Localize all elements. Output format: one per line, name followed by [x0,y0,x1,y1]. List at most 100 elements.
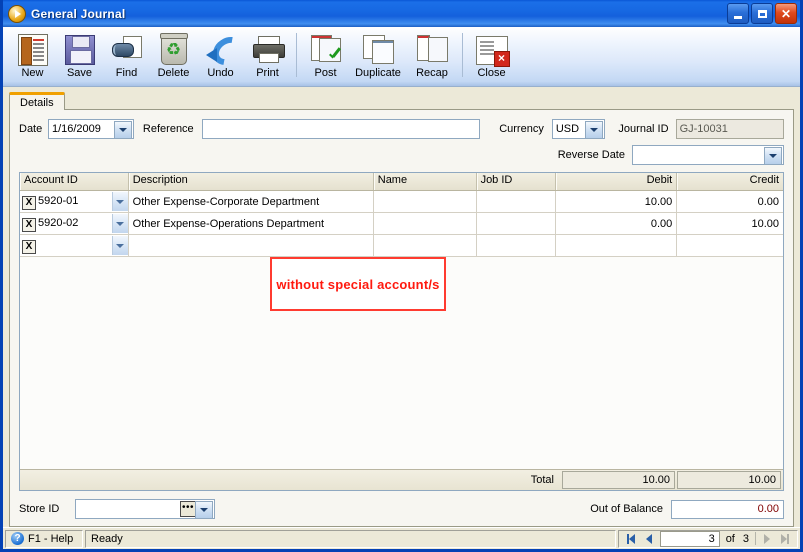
cell-job-id[interactable] [477,191,556,212]
toolbar-close-button[interactable]: Close [468,31,515,85]
status-message: Ready [85,529,616,548]
date-input[interactable]: 1/16/2009 [47,118,134,139]
table-row[interactable]: X [20,235,783,257]
undo-arrow-icon [205,33,237,65]
toolbar-post-button[interactable]: Post [302,31,349,85]
nav-separator [755,532,756,545]
toolbar-duplicate-button[interactable]: Duplicate [349,31,407,85]
cell-account-id[interactable]: X 5920-01 [20,191,129,212]
column-header-credit[interactable]: Credit [677,173,783,190]
reverse-date-label: Reverse Date [557,148,625,161]
form-row-bottom: Store ID ••• Out of Balance 0.00 [19,498,784,520]
toolbar-separator-2 [462,33,463,77]
toolbar-undo-button[interactable]: Undo [197,31,244,85]
chevron-down-icon[interactable] [111,236,128,255]
cell-job-id[interactable] [477,235,556,256]
cell-account-id[interactable]: X 5920-02 [20,213,129,234]
cell-credit[interactable]: 10.00 [677,213,783,234]
cell-debit[interactable] [556,235,678,256]
store-id-label: Store ID [19,503,60,515]
currency-select[interactable]: USD [551,118,605,139]
out-of-balance-value: 0.00 [671,499,784,519]
browse-ellipsis-button[interactable]: ••• [180,501,196,517]
toolbar-new-button[interactable]: New [9,31,56,85]
chevron-down-icon[interactable] [113,120,132,139]
grid-header-row: Account ID Description Name Job ID Debit… [20,173,783,191]
cell-name[interactable] [374,213,477,234]
column-header-debit[interactable]: Debit [556,173,678,190]
form-row-reverse-date: Reverse Date [19,144,784,165]
toolbar-find-button[interactable]: Find [103,31,150,85]
cell-debit[interactable]: 10.00 [556,191,678,212]
reverse-date-input[interactable] [632,144,784,165]
minimize-icon [734,15,742,19]
grid-empty-area: without special account/s [20,257,783,469]
cell-name[interactable] [374,235,477,256]
delete-row-button[interactable]: X [22,217,36,232]
toolbar-print-label: Print [256,67,279,79]
table-row[interactable]: X 5920-02 Other Expense-Operations Depar… [20,213,783,235]
column-header-name[interactable]: Name [374,173,477,190]
account-id-value: 5920-02 [38,217,79,229]
client-area: Details Date 1/16/2009 Reference Currenc… [3,87,800,527]
out-of-balance-label: Out of Balance [590,503,663,515]
cell-credit[interactable] [677,235,783,256]
toolbar-new-label: New [21,67,44,79]
cell-debit[interactable]: 0.00 [556,213,678,234]
cell-job-id[interactable] [477,213,556,234]
toolbar-save-label: Save [66,67,93,79]
general-journal-window: General Journal ✕ New Save Find Delete U… [0,0,803,552]
delete-row-button[interactable]: X [22,195,36,210]
reference-input[interactable] [201,118,481,139]
column-header-account-id[interactable]: Account ID [20,173,129,190]
toolbar-close-label: Close [477,67,506,79]
chevron-down-icon[interactable] [195,501,213,519]
chevron-down-icon[interactable] [764,146,782,165]
cell-description[interactable] [129,235,374,256]
cell-description[interactable]: Other Expense-Corporate Department [129,191,374,212]
cell-credit[interactable]: 0.00 [677,191,783,212]
toolbar-recap-button[interactable]: Recap [407,31,457,85]
reference-label: Reference [142,122,194,135]
current-record-input[interactable]: 3 [659,530,720,547]
cell-name[interactable] [374,191,477,212]
delete-row-button[interactable]: X [22,239,36,254]
total-credit-value: 10.00 [677,471,781,489]
nav-first-button[interactable] [622,531,640,546]
close-button[interactable]: ✕ [775,3,797,24]
cell-account-id[interactable]: X [20,235,129,256]
minimize-button[interactable] [727,3,749,24]
toolbar: New Save Find Delete Undo Print Post [3,27,800,87]
tab-strip: Details [9,92,794,110]
maximize-icon [757,9,767,18]
cell-description[interactable]: Other Expense-Operations Department [129,213,374,234]
chevron-down-icon[interactable] [111,214,128,233]
date-label: Date [19,122,43,135]
chevron-down-icon[interactable] [584,120,603,139]
store-id-input[interactable]: ••• [75,499,215,519]
account-id-value: 5920-01 [38,195,79,207]
table-row[interactable]: X 5920-01 Other Expense-Corporate Depart… [20,191,783,213]
tab-details[interactable]: Details [9,92,65,110]
column-header-description[interactable]: Description [129,173,374,190]
journal-id-label: Journal ID [618,122,669,135]
binoculars-icon [111,33,143,65]
toolbar-save-button[interactable]: Save [56,31,103,85]
help-hint[interactable]: ? F1 - Help [5,529,83,548]
chevron-down-icon[interactable] [111,192,128,211]
new-document-icon [17,33,49,66]
toolbar-delete-button[interactable]: Delete [150,31,197,85]
toolbar-separator-1 [296,33,297,77]
nav-last-button[interactable] [776,531,794,546]
toolbar-print-button[interactable]: Print [244,31,291,85]
nav-prev-button[interactable] [640,531,658,546]
column-header-job-id[interactable]: Job ID [477,173,556,190]
status-bar: ? F1 - Help Ready 3 of 3 [3,527,800,549]
duplicate-pages-icon [362,33,394,65]
date-value: 1/16/2009 [51,122,101,135]
nav-next-icon [764,533,770,544]
toolbar-undo-label: Undo [207,67,234,79]
total-records-label: 3 [742,532,749,545]
nav-next-button[interactable] [758,531,776,546]
maximize-button[interactable] [751,3,773,24]
